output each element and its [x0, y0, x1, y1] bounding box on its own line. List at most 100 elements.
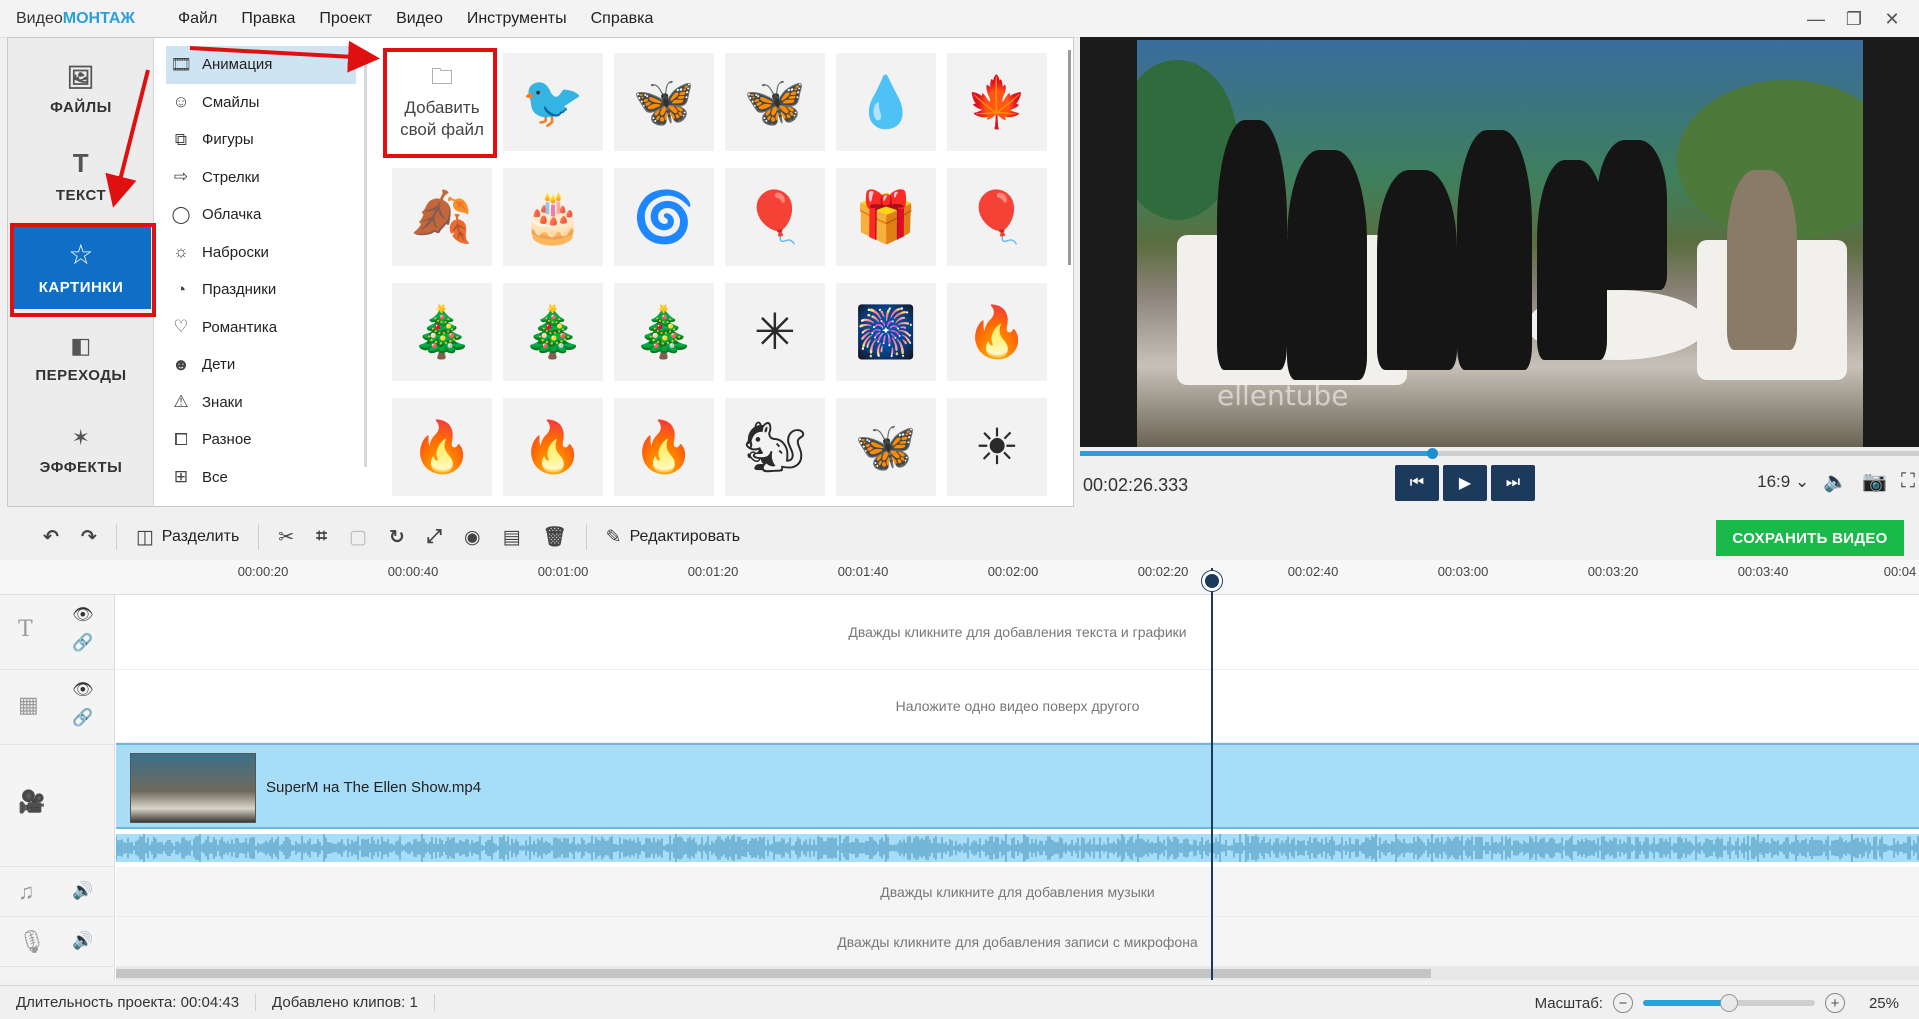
- sticker-cake[interactable]: 🎂: [503, 168, 603, 266]
- gallery-scrollbar[interactable]: [1068, 50, 1071, 265]
- link-icon[interactable]: 🔗: [72, 633, 93, 653]
- music-track[interactable]: Дважды кликните для добавления музыки: [116, 867, 1919, 917]
- sketch-icon: ☼: [173, 242, 189, 262]
- menu-file[interactable]: Файл: [166, 10, 229, 28]
- mic-track[interactable]: Дважды кликните для добавления записи с …: [116, 917, 1919, 967]
- timeline-scrollbar[interactable]: [116, 967, 1919, 980]
- sticker-maple-leaf[interactable]: 🍁: [947, 53, 1047, 151]
- speaker-icon[interactable]: 🔊: [72, 931, 93, 951]
- link-icon[interactable]: 🔗: [72, 708, 93, 728]
- menu-edit[interactable]: Правка: [229, 10, 307, 28]
- stop-button[interactable]: ▢: [338, 526, 378, 549]
- sticker-fire-row[interactable]: 🔥: [614, 398, 714, 496]
- add-own-file-button[interactable]: 🗀 Добавить свой файл: [392, 53, 492, 151]
- camera-icon[interactable]: 📷: [1862, 469, 1887, 494]
- sticker-flame-thin[interactable]: 🔥: [947, 283, 1047, 381]
- speaker-icon[interactable]: 🔊: [72, 881, 93, 901]
- cut-button[interactable]: ✂: [267, 526, 305, 549]
- sticker-squirrel[interactable]: 🐿: [725, 398, 825, 496]
- restore-button[interactable]: ❐: [1835, 9, 1873, 30]
- progress-knob[interactable]: [1427, 448, 1439, 459]
- sticker-frame[interactable]: 🌀: [614, 168, 714, 266]
- timeline-scroll-thumb[interactable]: [116, 969, 1431, 978]
- menu-tools[interactable]: Инструменты: [455, 10, 579, 28]
- eye-icon[interactable]: 👁: [72, 680, 94, 700]
- zoom-clip-button[interactable]: ⤢: [416, 526, 453, 548]
- menu-help[interactable]: Справка: [579, 10, 666, 28]
- tab-text[interactable]: T ТЕКСТ: [11, 134, 151, 218]
- text-track[interactable]: Дважды кликните для добавления текста и …: [116, 595, 1919, 670]
- category-shapes[interactable]: ⧉ Фигуры: [166, 121, 356, 159]
- sticker-gift[interactable]: 🎁: [836, 168, 936, 266]
- undo-button[interactable]: ↶: [32, 526, 70, 549]
- playhead-line[interactable]: [1211, 568, 1213, 980]
- sticker-balloons-gold[interactable]: 🎈: [725, 168, 825, 266]
- tab-effects[interactable]: ✶ ЭФФЕКТЫ: [11, 408, 151, 492]
- sticker-butterfly-cyan[interactable]: 🦋: [614, 53, 714, 151]
- category-arrows[interactable]: ⇨ Стрелки: [166, 159, 356, 197]
- rotate-button[interactable]: ↻: [378, 526, 416, 549]
- category-romance[interactable]: ♡ Романтика: [166, 309, 356, 347]
- stabilize-button[interactable]: ◉: [453, 526, 492, 549]
- minimize-button[interactable]: —: [1797, 9, 1835, 30]
- sticker-xmas-tree-1[interactable]: 🎄: [392, 283, 492, 381]
- sticker-xmas-tree-2[interactable]: 🎄: [503, 283, 603, 381]
- video-clip[interactable]: SuperM на The Ellen Show.mp4: [116, 743, 1919, 829]
- category-bubbles[interactable]: ◯ Облачка: [166, 196, 356, 234]
- crop-button[interactable]: ⌗: [305, 526, 338, 548]
- close-button[interactable]: ✕: [1873, 9, 1911, 30]
- sticker-fire-2[interactable]: 🔥: [503, 398, 603, 496]
- delete-button[interactable]: 🗑: [532, 525, 578, 549]
- aspect-ratio-select[interactable]: 16:9 ⌄: [1757, 472, 1809, 492]
- sticker-drops[interactable]: 💧: [836, 53, 936, 151]
- menu-video[interactable]: Видео: [384, 10, 455, 28]
- sticker-balloons[interactable]: 🎈: [947, 168, 1047, 266]
- sticker-butterfly-blue[interactable]: 🦋: [725, 53, 825, 151]
- zoom-in-button[interactable]: +: [1824, 993, 1845, 1013]
- sticker-sun[interactable]: ☀: [947, 398, 1047, 496]
- menu-project[interactable]: Проект: [307, 10, 384, 28]
- playhead-handle[interactable]: [1202, 571, 1222, 591]
- zoom-slider[interactable]: [1642, 994, 1815, 1012]
- tab-transitions[interactable]: ◧ ПЕРЕХОДЫ: [11, 316, 151, 400]
- category-all[interactable]: ⊞ Все: [166, 459, 356, 497]
- video-preview[interactable]: ellentube: [1137, 40, 1863, 447]
- volume-icon[interactable]: 🔈: [1823, 469, 1848, 494]
- category-signs[interactable]: ⚠ Знаки: [166, 384, 356, 422]
- previous-button[interactable]: ⏮: [1395, 465, 1439, 501]
- ruler-tick: 00:03:00: [1437, 564, 1489, 579]
- sticker-butterfly-purple[interactable]: 🦋: [836, 398, 936, 496]
- fullscreen-icon[interactable]: ⛶: [1901, 470, 1915, 493]
- sticker-firework-gold[interactable]: 🎆: [836, 283, 936, 381]
- category-misc[interactable]: ⧠ Разное: [166, 421, 356, 459]
- eye-icon[interactable]: 👁: [72, 605, 94, 625]
- audio-waveform[interactable]: [116, 834, 1919, 862]
- speed-button[interactable]: ▤: [492, 526, 532, 549]
- sticker-firework-blue[interactable]: ✳: [725, 283, 825, 381]
- split-button[interactable]: ◫ Разделить: [125, 526, 250, 549]
- zoom-knob[interactable]: [1719, 994, 1738, 1012]
- track-header-music: ♫ 🔊: [0, 867, 115, 917]
- category-scrollbar[interactable]: [364, 52, 367, 467]
- edit-button[interactable]: ✎ Редактировать: [595, 526, 751, 549]
- sticker-xmas-tree-3[interactable]: 🎄: [614, 283, 714, 381]
- play-button[interactable]: ▶: [1443, 465, 1487, 501]
- overlay-track[interactable]: Наложите одно видео поверх другого: [116, 670, 1919, 743]
- zoom-out-button[interactable]: −: [1612, 993, 1633, 1013]
- redo-button[interactable]: ↷: [70, 526, 108, 549]
- category-animation[interactable]: 🎞 Анимация: [166, 46, 356, 84]
- category-kids[interactable]: ☻ Дети: [166, 346, 356, 384]
- tab-pictures[interactable]: ☆ КАРТИНКИ: [11, 225, 151, 309]
- sticker-autumn-leaves[interactable]: 🍂: [392, 168, 492, 266]
- sticker-swallow[interactable]: 🐦: [503, 53, 603, 151]
- category-smileys[interactable]: ☺ Смайлы: [166, 84, 356, 122]
- category-sketches[interactable]: ☼ Наброски: [166, 234, 356, 272]
- next-button[interactable]: ⏭: [1491, 465, 1535, 501]
- category-holidays[interactable]: ◔ Праздники: [166, 271, 356, 309]
- split-icon: ◫: [135, 526, 154, 548]
- tab-files[interactable]: 🖼 ФАЙЛЫ: [11, 48, 151, 132]
- sticker-fire-1[interactable]: 🔥: [392, 398, 492, 496]
- time-ruler[interactable]: 00:00:20 00:00:40 00:01:00 00:01:20 00:0…: [0, 560, 1919, 595]
- playback-progress[interactable]: [1080, 448, 1919, 459]
- save-video-button[interactable]: СОХРАНИТЬ ВИДЕО: [1716, 520, 1904, 556]
